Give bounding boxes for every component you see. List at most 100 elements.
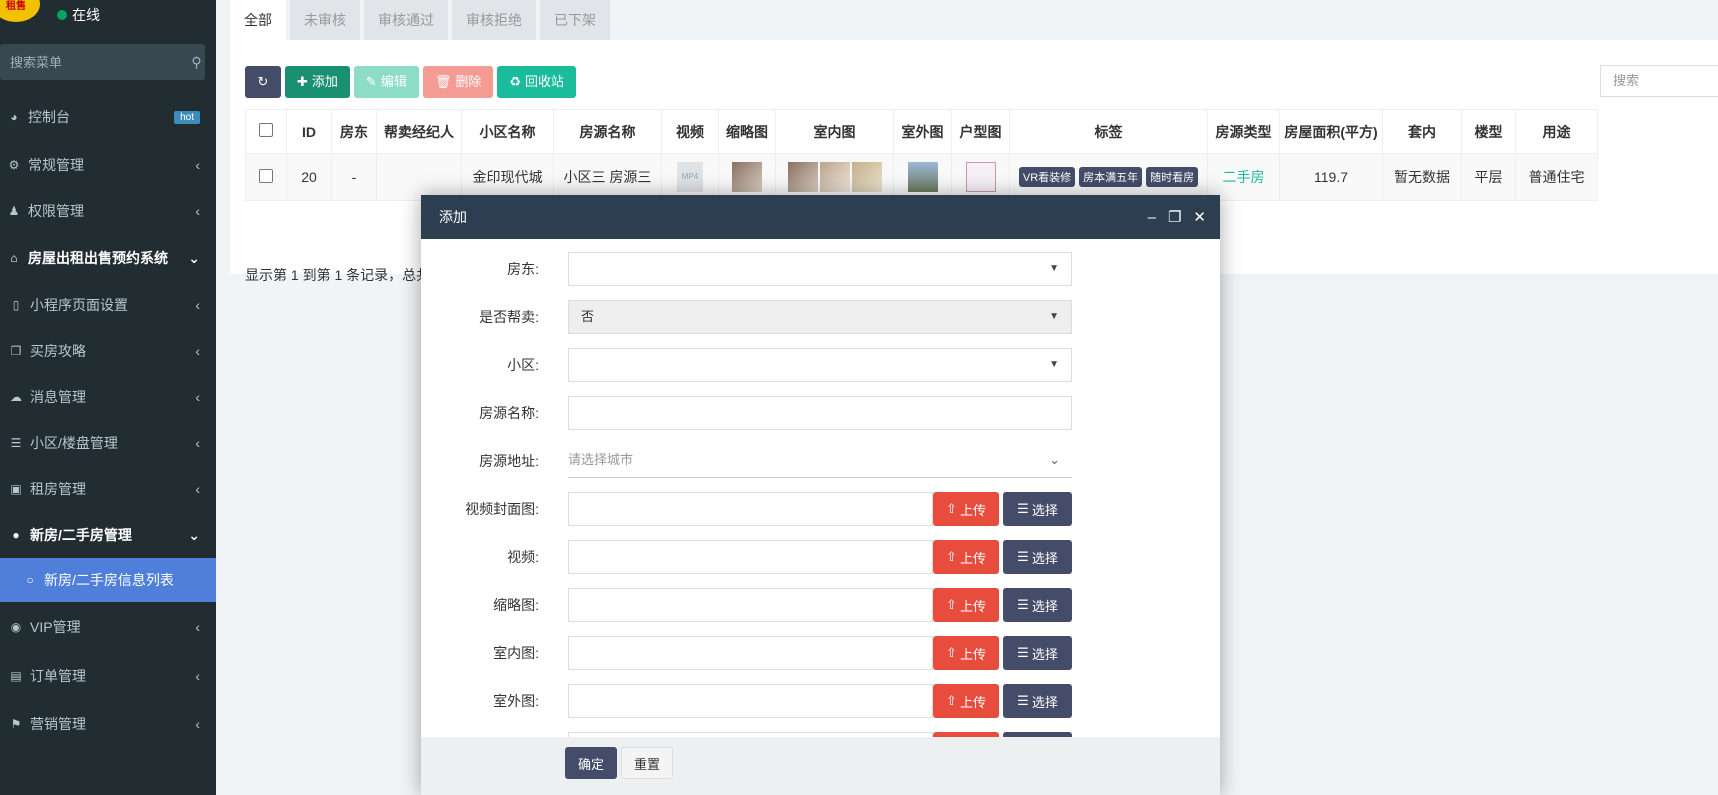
sidebar-item-vip[interactable]: ◉ VIP管理 ‹	[0, 602, 216, 652]
search-icon[interactable]: ⚲	[188, 54, 205, 71]
menu-search-input[interactable]	[0, 53, 188, 71]
select-button[interactable]: ☰ 选择	[1003, 636, 1072, 670]
community-select[interactable]: ▼	[568, 348, 1072, 382]
sidebar-item-marketing[interactable]: ⚑ 营销管理 ‹	[0, 700, 216, 748]
tab-rejected[interactable]: 审核拒绝	[452, 0, 536, 40]
col-header[interactable]: ID	[286, 109, 332, 154]
col-header[interactable]: 房源名称	[553, 109, 662, 154]
table-search-input[interactable]: 搜索	[1600, 65, 1718, 97]
field-label: 是否帮卖:	[479, 309, 539, 325]
cell-agent	[376, 153, 462, 201]
city-picker[interactable]: 请选择城市 ⌄	[568, 444, 1072, 478]
home-icon: ⌂	[10, 251, 18, 265]
col-header[interactable]: 室内图	[775, 109, 894, 154]
indoor-image[interactable]	[787, 162, 818, 192]
upload-button[interactable]: ⇧ 上传	[933, 492, 999, 526]
maximize-icon[interactable]: ❐	[1168, 208, 1181, 226]
minimize-icon[interactable]: –	[1148, 209, 1156, 226]
select-button[interactable]: ☰ 选择	[1003, 684, 1072, 718]
chevron-left-icon: ‹	[195, 481, 200, 497]
indoor-input[interactable]	[568, 636, 933, 670]
col-header[interactable]: 室外图	[893, 109, 952, 154]
video-cover-input[interactable]	[568, 492, 933, 526]
col-header[interactable]: 小区名称	[461, 109, 554, 154]
upload-button[interactable]: ⇧ 上传	[933, 540, 999, 574]
col-header[interactable]: 套内	[1382, 109, 1462, 154]
sidebar-item-house-system[interactable]: ⌂ 房屋出租出售预约系统 ⌄	[0, 234, 216, 282]
sidebar-item-newhouse-list[interactable]: ○ 新房/二手房信息列表	[0, 558, 216, 602]
col-header[interactable]: 房屋面积(平方)	[1279, 109, 1383, 154]
indoor-image[interactable]	[819, 162, 850, 192]
sidebar-item-label: 常规管理	[28, 157, 84, 173]
select-button[interactable]: ☰ 选择	[1003, 492, 1072, 526]
sidebar-menu: ◕ 控制台 hot ⚙ 常规管理 ‹ ♟ 权限管理 ‹ ⌂ 房屋出租出售预约系统 ⌄ ▯ 小程序页…	[0, 92, 216, 748]
cell-id: 20	[286, 153, 332, 201]
col-header[interactable]: 标签	[1009, 109, 1208, 154]
sidebar-item-buying-guide[interactable]: ❐ 买房攻略 ‹	[0, 328, 216, 374]
col-header[interactable]: 缩略图	[718, 109, 776, 154]
col-header[interactable]: 楼型	[1461, 109, 1516, 154]
tab-approved[interactable]: 审核通过	[364, 0, 448, 40]
dialog-header[interactable]: 添加 – ❐ ✕	[421, 195, 1220, 239]
col-header[interactable]: 用途	[1515, 109, 1598, 154]
select-button[interactable]: ☰ 选择	[1003, 588, 1072, 622]
help-sell-select[interactable]: 否 ▼	[568, 300, 1072, 334]
col-header[interactable]: 帮卖经纪人	[376, 109, 462, 154]
col-header[interactable]: 视频	[661, 109, 719, 154]
sidebar-item-rental[interactable]: ▣ 租房管理 ‹	[0, 466, 216, 512]
sidebar-item-general[interactable]: ⚙ 常规管理 ‹	[0, 142, 216, 188]
sidebar-item-orders[interactable]: ▤ 订单管理 ‹	[0, 652, 216, 700]
select-all-cell[interactable]	[245, 109, 287, 154]
select-button[interactable]: ☰ 选择	[1003, 540, 1072, 574]
add-button[interactable]: ✚ 添加	[285, 66, 350, 98]
sidebar-item-miniapp-settings[interactable]: ▯ 小程序页面设置 ‹	[0, 282, 216, 328]
outdoor-input[interactable]	[568, 684, 933, 718]
sidebar-item-community[interactable]: ☰ 小区/楼盘管理 ‹	[0, 420, 216, 466]
col-header[interactable]: 房源类型	[1207, 109, 1280, 154]
thumbnail-image[interactable]	[732, 162, 762, 192]
reset-button[interactable]: 重置	[621, 747, 673, 779]
select-all-checkbox[interactable]	[259, 123, 273, 137]
video-input[interactable]	[568, 540, 933, 574]
tab-offline[interactable]: 已下架	[540, 0, 610, 40]
form-row-video: 视频: ⇧ 上传 ☰ 选择	[421, 540, 1220, 576]
edit-button[interactable]: ✎ 编辑	[353, 66, 419, 98]
sidebar-item-dashboard[interactable]: ◕ 控制台 hot	[0, 92, 216, 142]
edit-label: 编辑	[380, 74, 407, 89]
sidebar-item-label: VIP管理	[30, 619, 81, 635]
caret-down-icon: ▼	[1049, 311, 1059, 322]
cell-type[interactable]: 二手房	[1207, 153, 1280, 201]
tag-badge: 房本满五年	[1079, 167, 1143, 187]
upload-button[interactable]: ⇧ 上传	[933, 684, 999, 718]
chevron-left-icon: ‹	[195, 157, 200, 173]
indoor-image[interactable]	[851, 162, 882, 192]
upload-button[interactable]: ⇧ 上传	[933, 636, 999, 670]
floorplan-image[interactable]	[965, 162, 996, 192]
house-name-input[interactable]	[568, 396, 1072, 430]
menu-search[interactable]: ⚲	[0, 44, 205, 80]
sidebar-item-permission[interactable]: ♟ 权限管理 ‹	[0, 188, 216, 234]
field-label: 室外图:	[493, 693, 539, 709]
video-file-icon[interactable]: MP4	[677, 162, 703, 192]
tab-pending[interactable]: 未审核	[290, 0, 360, 40]
sidebar-item-newhouse[interactable]: ● 新房/二手房管理 ⌄	[0, 512, 216, 558]
sidebar-item-messages[interactable]: ☁ 消息管理 ‹	[0, 374, 216, 420]
tab-all[interactable]: 全部	[230, 0, 286, 40]
delete-button[interactable]: 🗑 删除	[422, 66, 494, 98]
form-row-video-cover: 视频封面图: ⇧ 上传 ☰ 选择	[421, 492, 1220, 528]
confirm-button[interactable]: 确定	[565, 747, 617, 779]
row-select-cell[interactable]	[245, 153, 287, 201]
form-row-house-name: 房源名称:	[421, 396, 1220, 432]
thumbnail-input[interactable]	[568, 588, 933, 622]
refresh-button[interactable]: ↻	[245, 66, 281, 98]
outdoor-image[interactable]	[907, 162, 938, 192]
field-label: 房源地址:	[479, 453, 539, 469]
upload-button[interactable]: ⇧ 上传	[933, 588, 999, 622]
close-icon[interactable]: ✕	[1193, 208, 1206, 226]
col-header[interactable]: 房东	[331, 109, 377, 154]
table-row[interactable]: 20 - 金印现代城 小区三 房源三 MP4 VR看装修 房本满五年 随时看房 二手…	[245, 153, 1598, 201]
recycle-button[interactable]: ♻ 回收站	[497, 66, 577, 98]
row-checkbox[interactable]	[259, 168, 273, 183]
col-header[interactable]: 户型图	[951, 109, 1010, 154]
landlord-select[interactable]: ▼	[568, 252, 1072, 286]
